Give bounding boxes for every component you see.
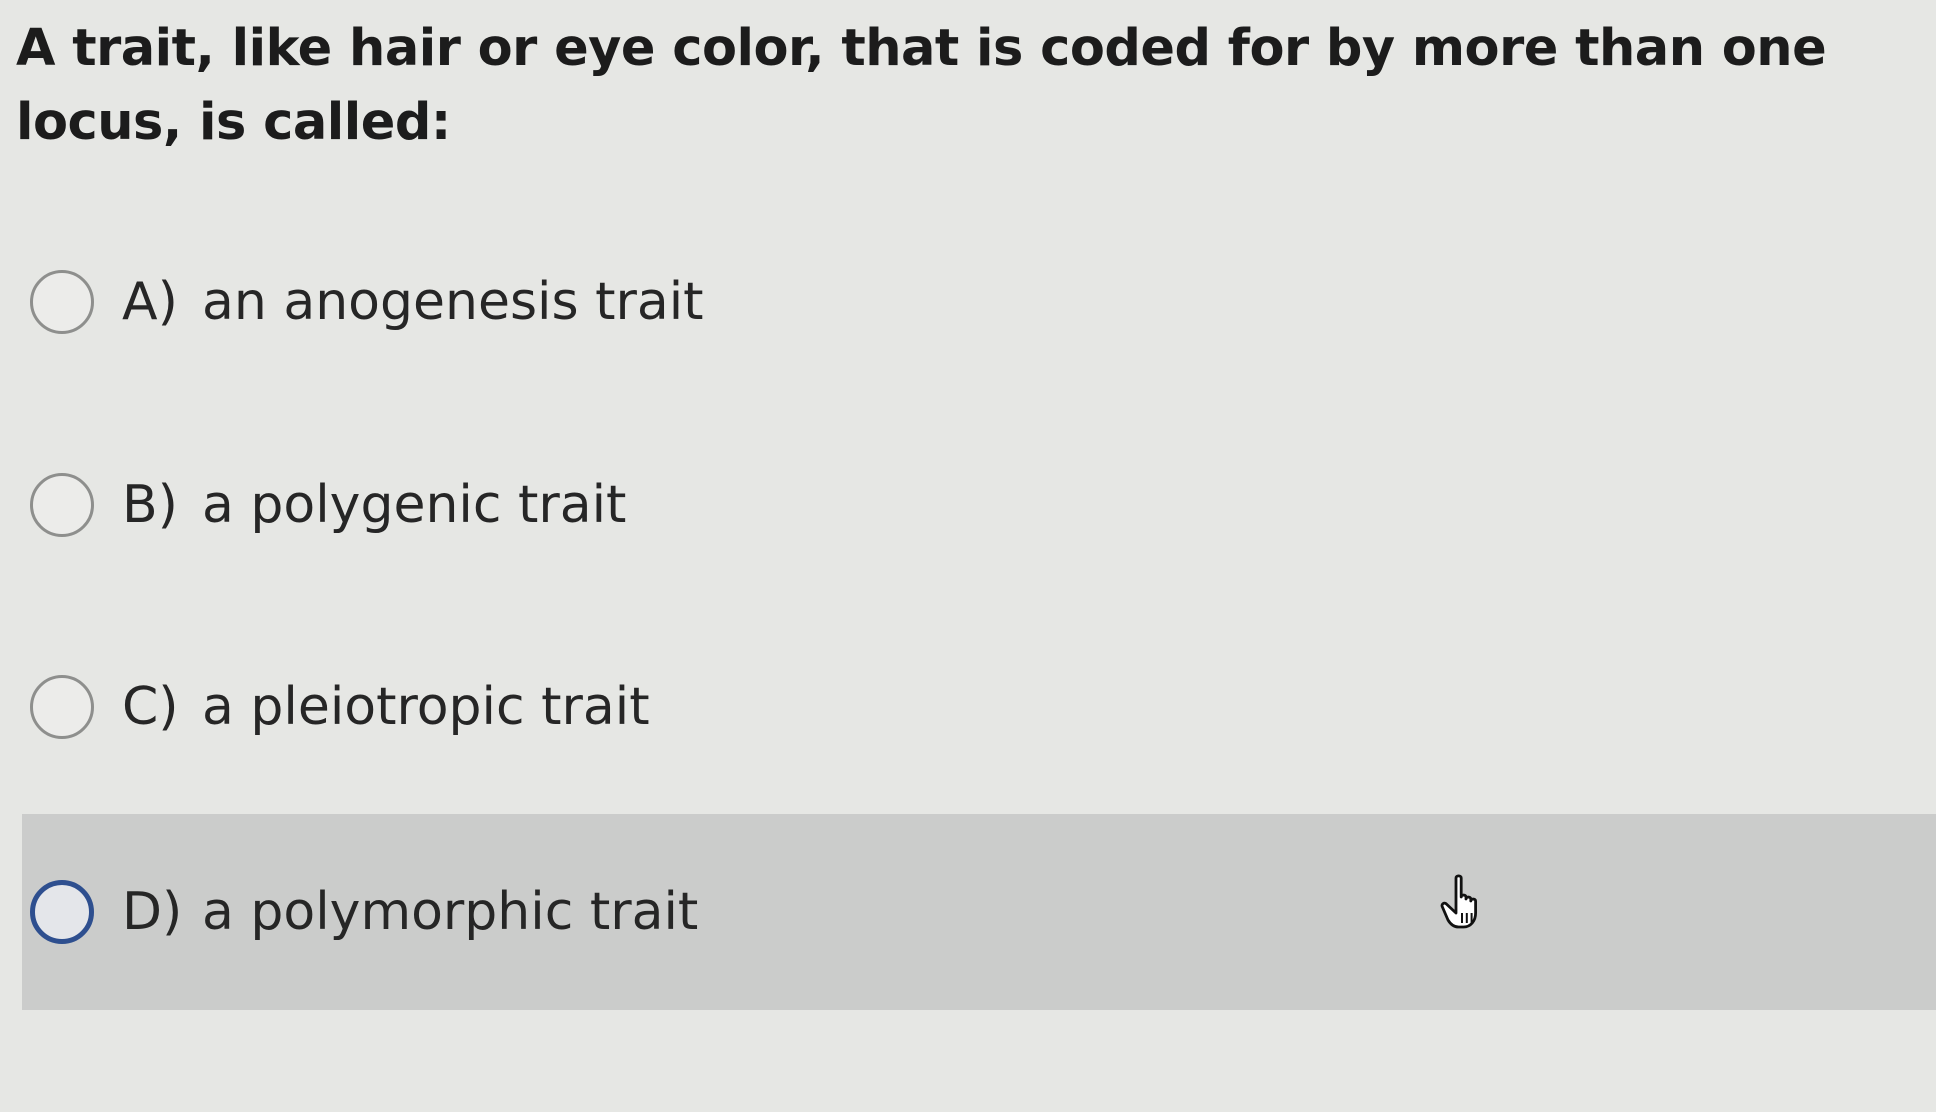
option-a-label: an anogenesis trait: [202, 272, 704, 332]
radio-button-c[interactable]: [30, 675, 94, 739]
option-b-label: a polygenic trait: [202, 475, 627, 535]
option-a-letter: A): [122, 272, 178, 332]
radio-button-d[interactable]: [30, 880, 94, 944]
option-d[interactable]: D) a polymorphic trait: [22, 814, 1936, 1010]
option-b[interactable]: B) a polygenic trait: [22, 410, 1936, 600]
option-c-letter: C): [122, 677, 179, 737]
radio-button-b[interactable]: [30, 473, 94, 537]
option-a[interactable]: A) an anogenesis trait: [22, 207, 1936, 397]
option-b-letter: B): [122, 475, 178, 535]
option-d-letter: D): [122, 882, 183, 942]
option-c[interactable]: C) a pleiotropic trait: [22, 612, 1936, 802]
radio-button-a[interactable]: [30, 270, 94, 334]
answer-options: A) an anogenesis trait B) a polygenic tr…: [0, 0, 1936, 1112]
option-c-label: a pleiotropic trait: [202, 677, 650, 737]
option-d-label: a polymorphic trait: [202, 882, 699, 942]
hand-pointer-icon: [1440, 874, 1477, 929]
